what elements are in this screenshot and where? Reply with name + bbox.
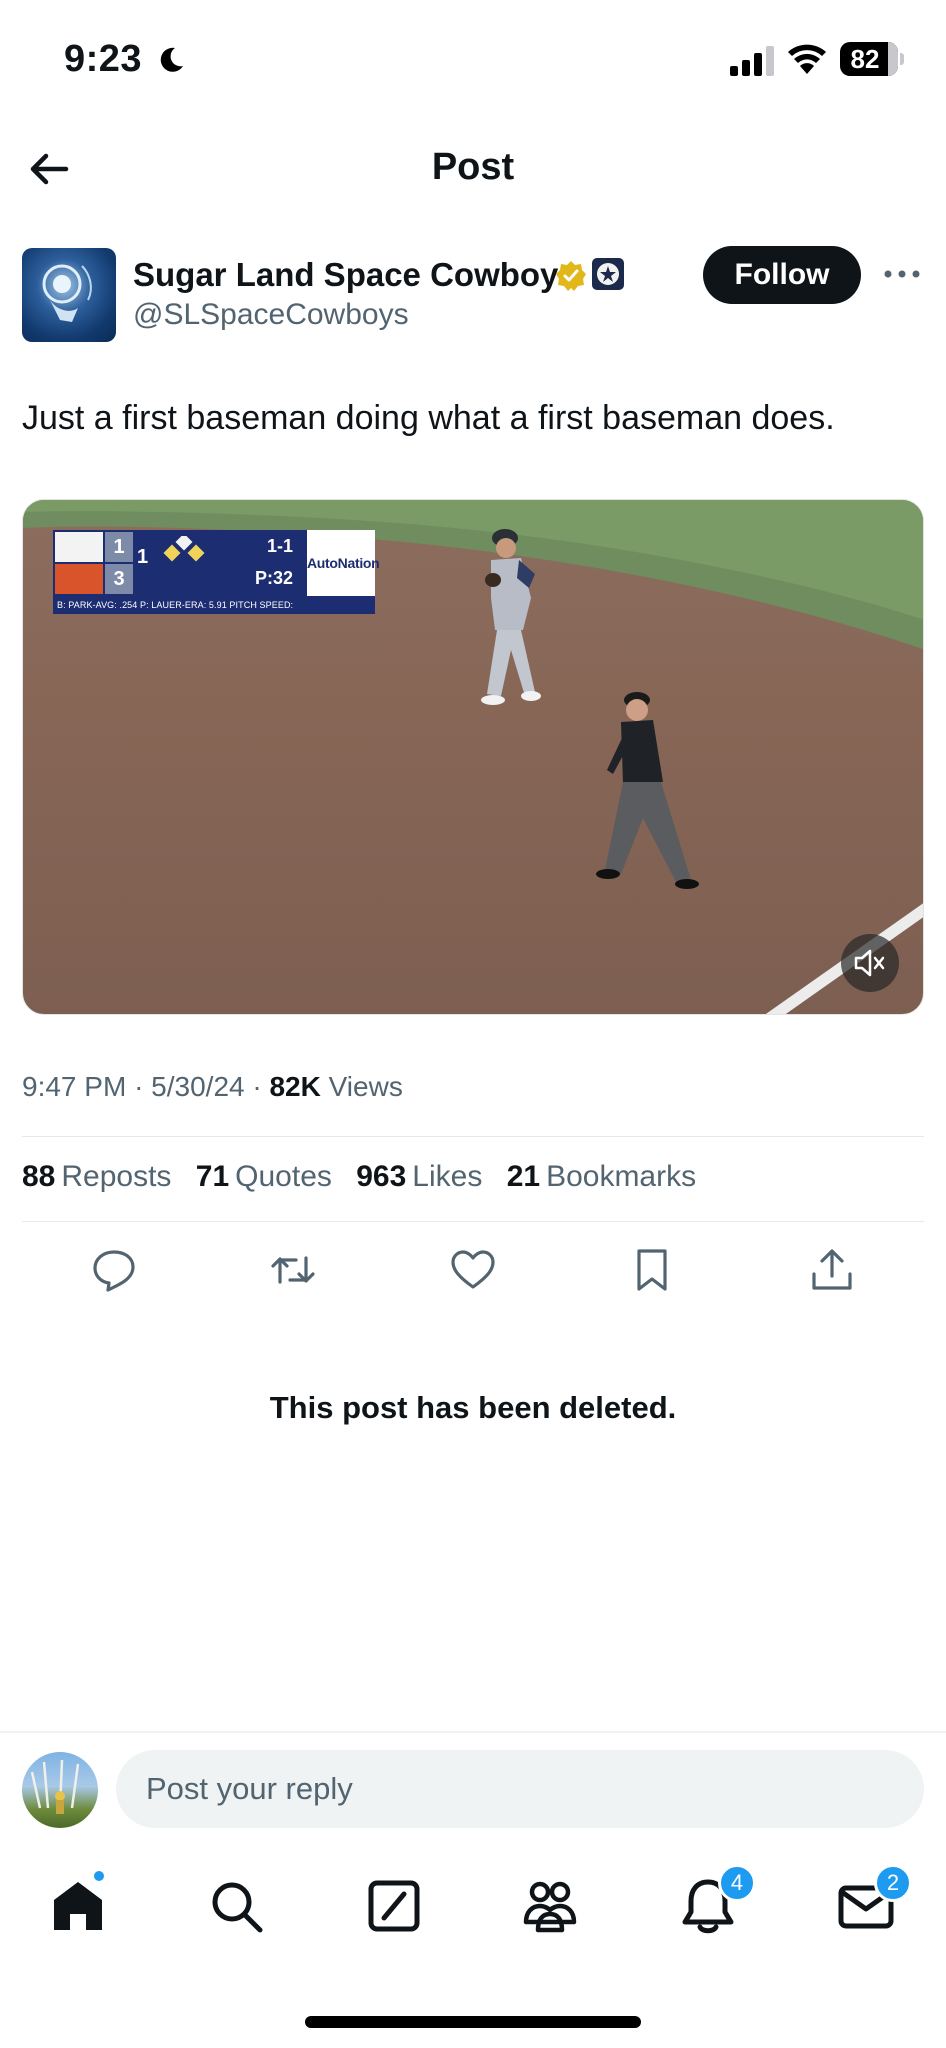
verified-badge-icon [556,261,586,291]
home-indicator [305,2016,641,2028]
pitch-count: P:32 [255,568,294,588]
ball-strike-count: 1-1 [267,536,294,556]
divider [0,1731,946,1733]
post-video[interactable]: 1 3 1 1-1 P:32 AutoNation B: PARK-AVG: .… [22,499,924,1015]
views-label: Views [328,1071,403,1102]
scorebug-stats: B: PARK-AVG: .254 P: LAUER-ERA: 5.91 PIT… [53,596,375,614]
post-meta: 9:47 PM · 5/30/24 · 82K Views [22,1071,403,1102]
home-icon[interactable] [48,1876,108,1936]
more-options-icon[interactable] [882,262,922,286]
affiliate-badge-icon [592,258,624,290]
search-icon[interactable] [206,1876,266,1936]
divider [22,1136,924,1137]
bookmark-icon[interactable] [628,1246,676,1294]
grok-icon[interactable] [364,1876,424,1936]
author-avatar[interactable] [22,248,116,342]
wifi-icon [788,44,826,74]
battery-level: 82 [850,44,880,74]
like-heart-icon[interactable] [449,1246,497,1294]
share-icon[interactable] [808,1246,856,1294]
repost-icon[interactable] [269,1246,317,1294]
communities-icon[interactable] [520,1876,580,1936]
deleted-post-notice: This post has been deleted. [269,1390,677,1425]
home-team-logo [55,564,103,594]
inning: 1 [137,546,149,568]
views-count: 82K [269,1071,321,1102]
author-handle[interactable]: @SLSpaceCowboys [133,298,409,332]
status-time: 9:23 [64,38,143,80]
battery-indicator: 82 [840,42,904,76]
user-avatar[interactable] [22,1752,98,1828]
quotes-stat[interactable]: 71 Quotes [196,1160,332,1194]
bases-diamond-icon [163,536,205,562]
mute-button[interactable] [841,934,899,992]
away-score: 1 [105,532,133,562]
post-date: 5/30/24 [151,1071,245,1102]
divider [22,1221,924,1222]
bookmarks-stat[interactable]: 21 Bookmarks [507,1160,696,1194]
reply-input[interactable] [116,1750,924,1828]
author-name[interactable]: Sugar Land Space Cowboys [133,256,577,294]
home-unread-dot [92,1869,106,1883]
reposts-stat[interactable]: 88 Reposts [22,1160,171,1194]
reply-icon[interactable] [90,1246,138,1294]
speaker-muted-icon [854,949,885,977]
post-text: Just a first baseman doing what a first … [22,399,835,437]
home-score: 3 [105,564,133,594]
moon-icon [160,47,183,72]
sponsor-logo: AutoNation [307,530,380,596]
umpire-figure [596,692,699,889]
follow-button[interactable]: Follow [703,246,861,304]
cellular-signal-icon [730,46,774,76]
away-team-logo [55,532,103,562]
engagement-stats: 88 Reposts 71 Quotes 963 Likes 21 Bookmarks [22,1160,712,1194]
post-time: 9:47 PM [22,1071,127,1102]
messages-badge: 2 [874,1864,912,1902]
notifications-badge: 4 [718,1864,756,1902]
status-bar: 9:23 82 [0,0,946,120]
likes-stat[interactable]: 963 Likes [356,1160,482,1194]
scorebug: 1 3 1 1-1 P:32 AutoNation B: PARK-AVG: .… [53,530,380,614]
page-title: Post [431,146,515,188]
